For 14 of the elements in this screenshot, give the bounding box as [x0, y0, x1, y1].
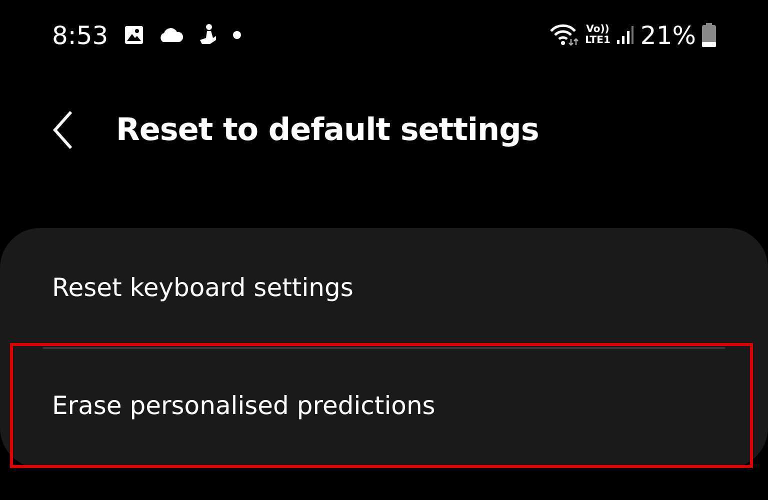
volte-label: Vo)): [586, 24, 610, 35]
dot-icon: [232, 30, 242, 40]
settings-item[interactable]: Erase personalised predictions: [10, 343, 753, 468]
back-button[interactable]: [52, 110, 74, 150]
signal-icon: [616, 25, 634, 45]
status-time: 8:53: [52, 20, 108, 50]
figure-icon: [198, 23, 218, 47]
image-icon: [124, 25, 144, 45]
battery-percent: 21%: [640, 20, 696, 50]
cloud-icon: [158, 27, 184, 43]
network-label: LTE1: [585, 35, 610, 46]
page-title: Reset to default settings: [116, 112, 539, 148]
battery-icon: [702, 23, 716, 47]
wifi-icon: [549, 23, 580, 47]
